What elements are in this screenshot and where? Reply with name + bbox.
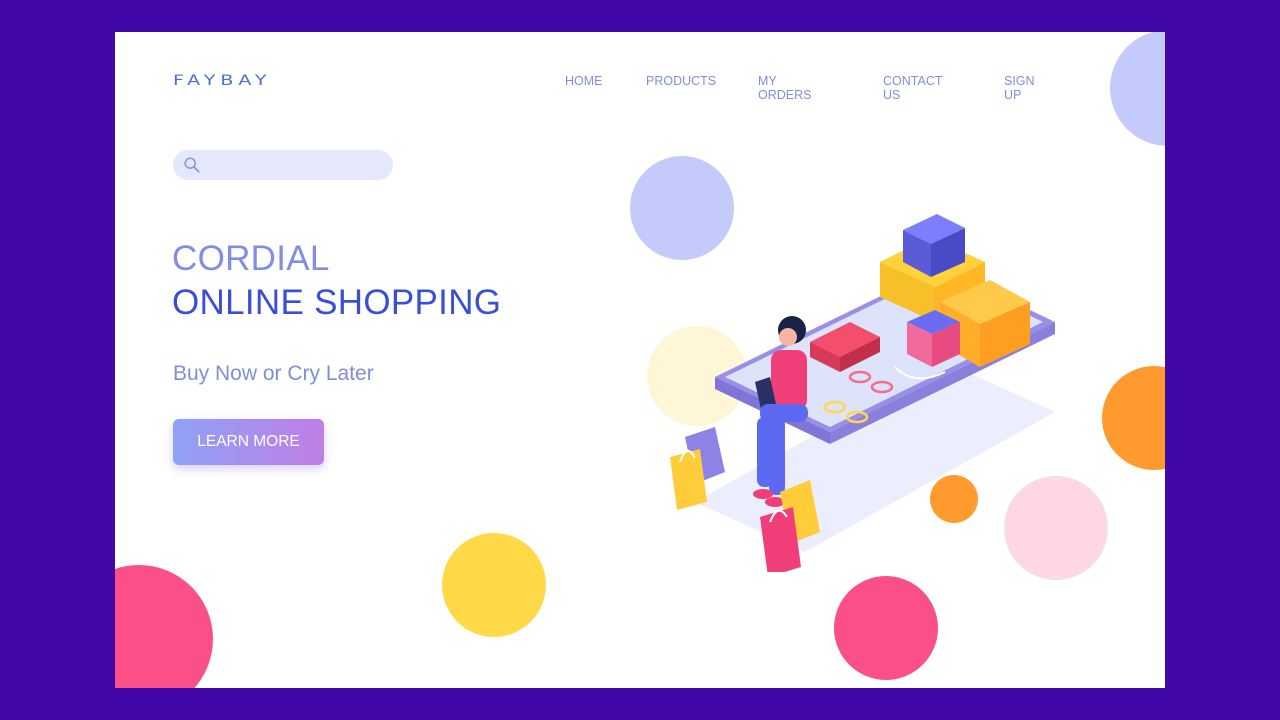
landing-page: FAYBAY HOME PRODUCTS MY ORDERS CONTACT U…	[115, 32, 1165, 688]
nav-sign-up[interactable]: SIGN UP	[1004, 74, 1035, 102]
hero-title-line2: ONLINE SHOPPING	[172, 283, 502, 322]
nav-contact-us[interactable]: CONTACT US	[883, 74, 942, 102]
decor-circle-pink-bottom	[834, 576, 938, 680]
hero-title-line1: CORDIAL	[172, 239, 330, 278]
learn-more-button[interactable]: LEARN MORE	[173, 419, 324, 465]
decor-circle-yellow	[442, 533, 546, 637]
nav-my-orders[interactable]: MY ORDERS	[758, 74, 811, 102]
decor-circle-orange-right	[1102, 366, 1165, 470]
nav-home[interactable]: HOME	[565, 74, 603, 88]
hero-tagline: Buy Now or Cry Later	[173, 362, 374, 385]
search-icon	[184, 157, 200, 173]
shopping-illustration	[670, 214, 1055, 572]
brand-logo[interactable]: FAYBAY	[173, 72, 271, 89]
nav-products[interactable]: PRODUCTS	[646, 74, 716, 88]
decor-circle-lavender-top-right	[1110, 32, 1165, 146]
search-input[interactable]	[173, 150, 393, 180]
decor-circle-pink-bottom-left	[115, 565, 213, 688]
